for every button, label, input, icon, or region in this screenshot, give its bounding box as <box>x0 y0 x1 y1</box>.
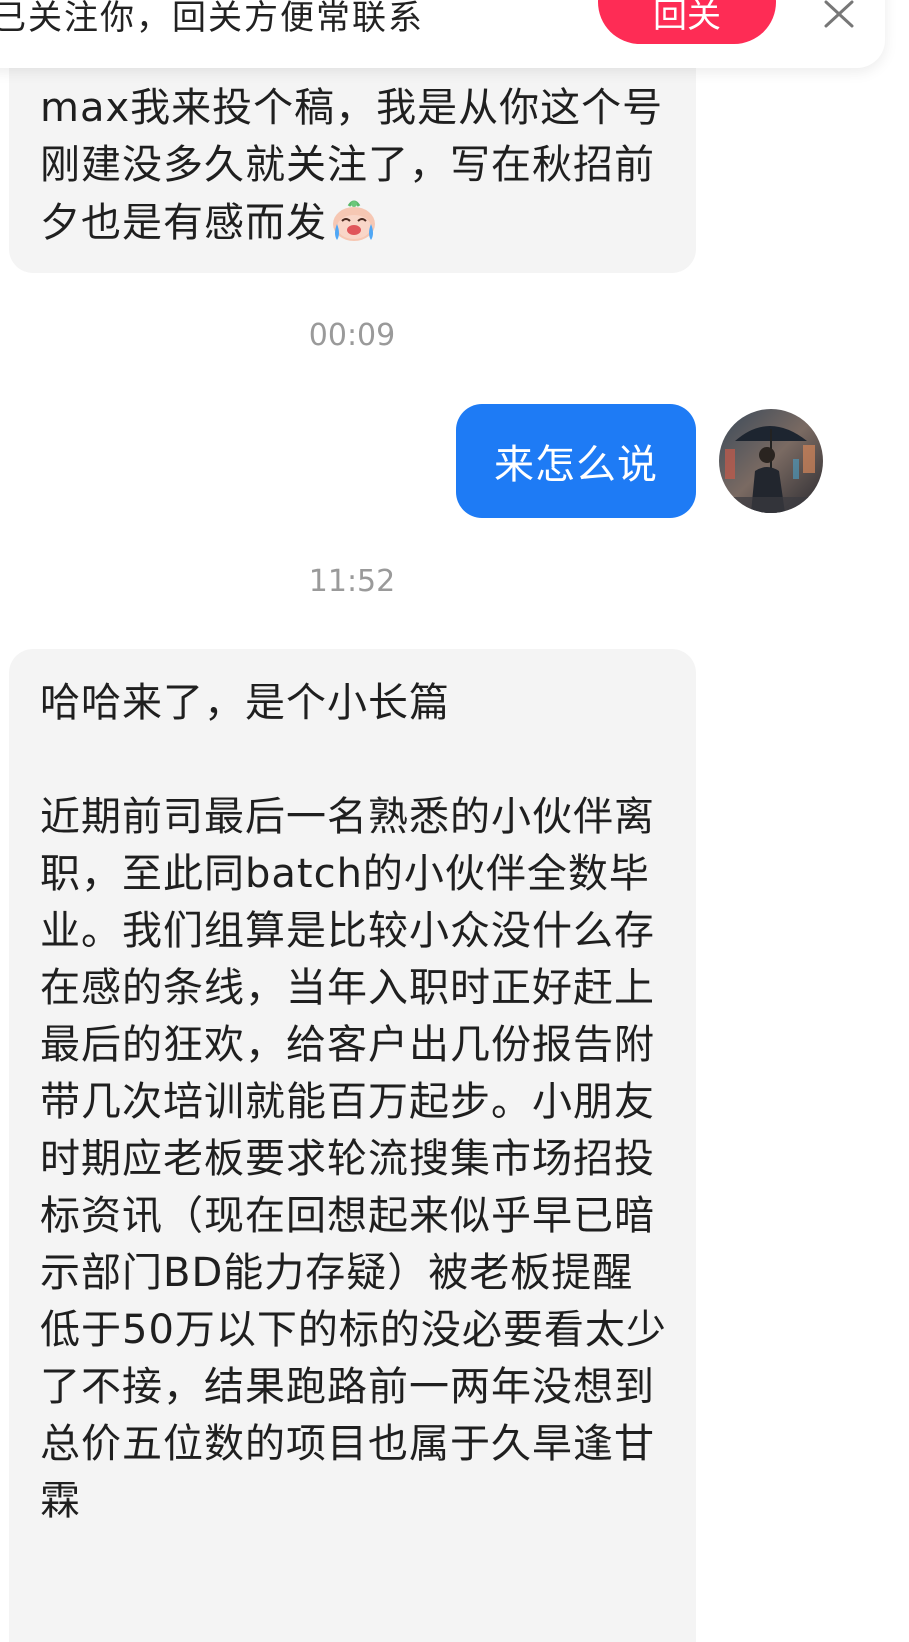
follow-back-button[interactable]: 回关 <box>598 0 776 44</box>
message-bubble-incoming[interactable]: 哈哈来了，是个小长篇 近期前司最后一名熟悉的小伙伴离职，至此同batch的小伙伴… <box>9 649 696 1642</box>
follow-back-text: 已关注你，回关方便常联系 <box>0 0 424 38</box>
close-icon[interactable] <box>820 0 860 30</box>
message-bubble-incoming[interactable]: max我来投个稿，我是从你这个号刚建没多久就关注了，写在秋招前夕也是有感而发 <box>9 40 696 273</box>
message-text-body: 近期前司最后一名熟悉的小伙伴离职，至此同batch的小伙伴全数毕业。我们组算是比… <box>40 794 667 1524</box>
crying-laughing-sticker-icon <box>333 200 375 241</box>
avatar-image <box>719 409 823 513</box>
follow-back-banner: 已关注你，回关方便常联系 回关 <box>0 0 885 68</box>
chat-screen: 已关注你，回关方便常联系 回关 max我来投个稿，我是从你这个号刚建没多久就关注… <box>0 0 909 1642</box>
message-timestamp: 11:52 <box>308 564 396 599</box>
message-text-first-line: 哈哈来了，是个小长篇 <box>40 680 450 726</box>
avatar[interactable] <box>719 409 823 513</box>
message-text: 来怎么说 <box>494 442 658 488</box>
message-timestamp: 00:09 <box>308 318 396 353</box>
message-bubble-outgoing[interactable]: 来怎么说 <box>456 404 696 518</box>
